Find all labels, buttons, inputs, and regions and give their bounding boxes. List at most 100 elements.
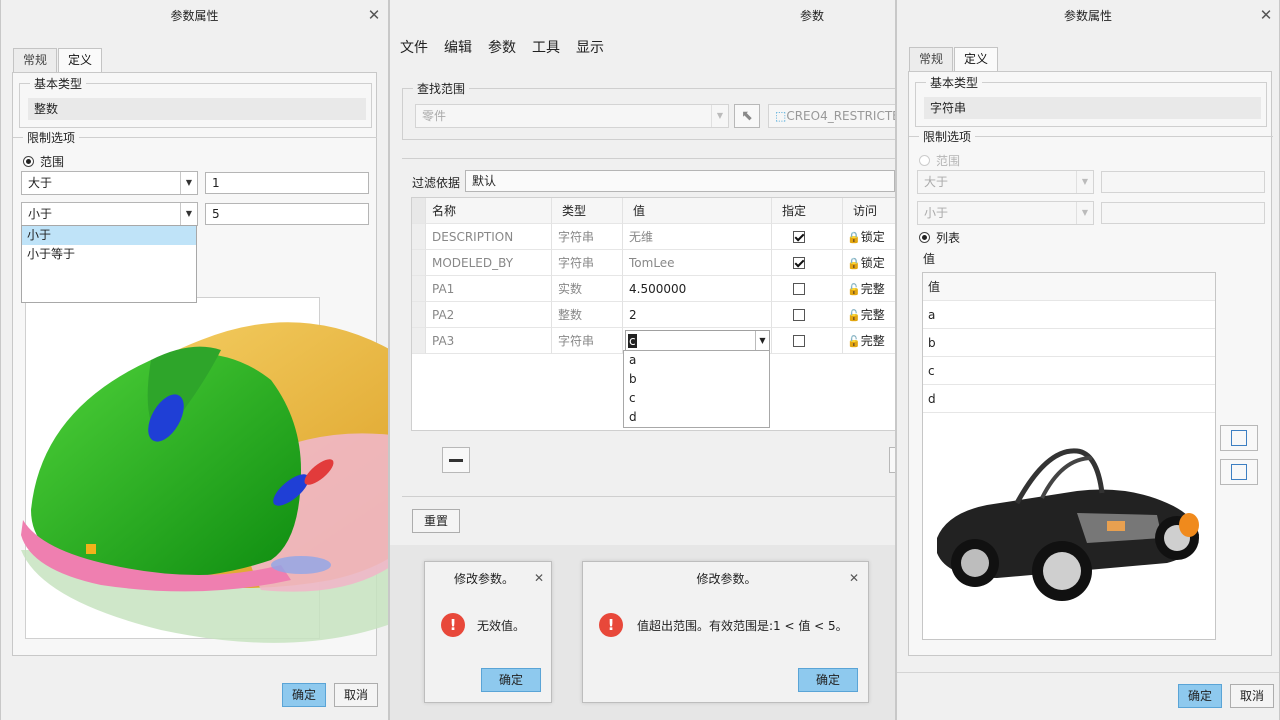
chevron-down-icon[interactable]: ▼	[1076, 171, 1093, 193]
param-value[interactable]: 无维	[623, 224, 772, 250]
dropdown-option[interactable]: d	[624, 408, 769, 427]
cancel-button[interactable]: 取消	[334, 683, 378, 707]
part-cube-icon: ⬚	[775, 109, 787, 123]
lower-bound-input[interactable]	[1101, 171, 1265, 193]
table-header: 名称 类型 值 指定 访问	[412, 198, 895, 224]
designate-cell	[772, 250, 843, 276]
designate-checkbox[interactable]	[793, 257, 805, 269]
select-cursor-icon[interactable]: ⬉	[734, 104, 760, 128]
chevron-down-icon[interactable]: ▼	[180, 203, 197, 225]
list-header: 值	[923, 273, 1215, 301]
ok-button[interactable]: 确定	[282, 683, 326, 707]
tab-general[interactable]: 常规	[13, 48, 58, 72]
row-selector[interactable]	[412, 276, 426, 302]
menu-file[interactable]: 文件	[392, 36, 436, 60]
filter-select[interactable]: 默认	[465, 170, 895, 192]
chevron-down-icon[interactable]: ▼	[180, 172, 197, 194]
scope-value: 零件	[422, 109, 447, 123]
table-row[interactable]: PA1 实数 4.500000 🔓完整	[412, 276, 895, 302]
tab-general[interactable]: 常规	[909, 47, 954, 71]
unlock-icon: 🔓	[847, 335, 861, 348]
basic-type-label: 基本类型	[30, 76, 87, 92]
param-value[interactable]: 2	[623, 302, 772, 328]
dialog-title: 参数属性	[1063, 9, 1112, 23]
right-param-properties-dialog: 参数属性 ✕ 常规 定义 基本类型 字符串 限制选项 范围 大于 ▼ 小于 ▼ …	[896, 0, 1280, 720]
col-value[interactable]: 值	[623, 198, 772, 224]
range-radio[interactable]: 范围	[919, 152, 960, 169]
comparison-select-1[interactable]: 大于 ▼	[21, 171, 198, 195]
scope-select[interactable]: 零件 ▼	[415, 104, 729, 128]
dropdown-option[interactable]: 小于等于	[22, 245, 196, 264]
row-selector[interactable]	[412, 224, 426, 250]
designate-checkbox[interactable]	[793, 283, 805, 295]
dropdown-option[interactable]: 小于	[22, 226, 196, 245]
dropdown-option[interactable]: a	[624, 351, 769, 370]
value-select[interactable]: c ▼	[625, 330, 770, 352]
param-value[interactable]: TomLee	[623, 250, 772, 276]
combo-value: 小于	[28, 207, 53, 221]
access-label: 锁定	[860, 230, 885, 244]
reset-button[interactable]: 重置	[412, 509, 460, 533]
row-selector[interactable]	[412, 302, 426, 328]
menu-display[interactable]: 显示	[568, 36, 612, 60]
chevron-down-icon[interactable]: ▼	[755, 331, 769, 351]
comparison-select-1[interactable]: 大于 ▼	[917, 170, 1094, 194]
designate-checkbox[interactable]	[793, 335, 805, 347]
tab-definition[interactable]: 定义	[954, 47, 999, 72]
table-right-button[interactable]	[889, 447, 895, 473]
menu-edit[interactable]: 编辑	[436, 36, 480, 60]
access-label: 完整	[860, 282, 885, 296]
dropdown-option[interactable]: b	[624, 370, 769, 389]
radio-dot	[919, 232, 930, 243]
move-row-icon[interactable]	[1220, 459, 1258, 485]
param-name: PA2	[426, 302, 552, 328]
list-item[interactable]: b	[923, 329, 1215, 357]
cancel-button[interactable]: 取消	[1230, 684, 1274, 708]
close-icon[interactable]: ✕	[1257, 6, 1275, 24]
close-icon[interactable]: ✕	[845, 569, 863, 587]
dialog-title: 参数属性	[170, 9, 219, 23]
designate-checkbox[interactable]	[793, 309, 805, 321]
definition-panel: 基本类型 字符串 限制选项 范围 大于 ▼ 小于 ▼ 列表 值 值 a b c	[908, 71, 1273, 656]
ok-button[interactable]: 确定	[481, 668, 541, 692]
dropdown-option[interactable]: c	[624, 389, 769, 408]
col-type[interactable]: 类型	[552, 198, 623, 224]
ok-button[interactable]: 确定	[798, 668, 858, 692]
table-row[interactable]: PA2 整数 2 🔓完整	[412, 302, 895, 328]
tab-bar: 常规 定义	[13, 48, 103, 73]
comparison-select-2[interactable]: 小于 ▼	[21, 202, 198, 226]
row-selector[interactable]	[412, 250, 426, 276]
menu-tools[interactable]: 工具	[524, 36, 568, 60]
upper-bound-input[interactable]	[1101, 202, 1265, 224]
table-row[interactable]: MODELED_BY 字符串 TomLee 🔒锁定	[412, 250, 895, 276]
menu-parameters[interactable]: 参数	[480, 36, 524, 60]
col-access[interactable]: 访问	[843, 198, 895, 224]
chevron-down-icon[interactable]: ▼	[1076, 202, 1093, 224]
list-item[interactable]: d	[923, 385, 1215, 413]
designate-checkbox[interactable]	[793, 231, 805, 243]
table-row[interactable]: DESCRIPTION 字符串 无维 🔒锁定	[412, 224, 895, 250]
tab-definition[interactable]: 定义	[58, 48, 103, 73]
add-row-icon[interactable]	[1220, 425, 1258, 451]
row-selector[interactable]	[412, 328, 426, 354]
close-icon[interactable]: ✕	[530, 569, 548, 587]
col-designate[interactable]: 指定	[772, 198, 843, 224]
minus-icon[interactable]	[442, 447, 470, 473]
param-type: 实数	[552, 276, 623, 302]
upper-bound-input[interactable]: 5	[205, 203, 369, 225]
comparison-select-2[interactable]: 小于 ▼	[917, 201, 1094, 225]
range-radio[interactable]: 范围	[23, 153, 64, 170]
list-item[interactable]: c	[923, 357, 1215, 385]
list-radio[interactable]: 列表	[919, 229, 960, 246]
filter-bar	[402, 158, 895, 159]
close-icon[interactable]: ✕	[365, 6, 383, 24]
list-item[interactable]: a	[923, 301, 1215, 329]
designate-cell	[772, 328, 843, 354]
ok-button[interactable]: 确定	[1178, 684, 1222, 708]
separator	[402, 496, 895, 497]
col-name[interactable]: 名称	[426, 198, 552, 224]
limit-options-label: 限制选项	[23, 130, 80, 146]
param-value[interactable]: 4.500000	[623, 276, 772, 302]
lower-bound-input[interactable]: 1	[205, 172, 369, 194]
chevron-down-icon[interactable]: ▼	[711, 105, 728, 127]
